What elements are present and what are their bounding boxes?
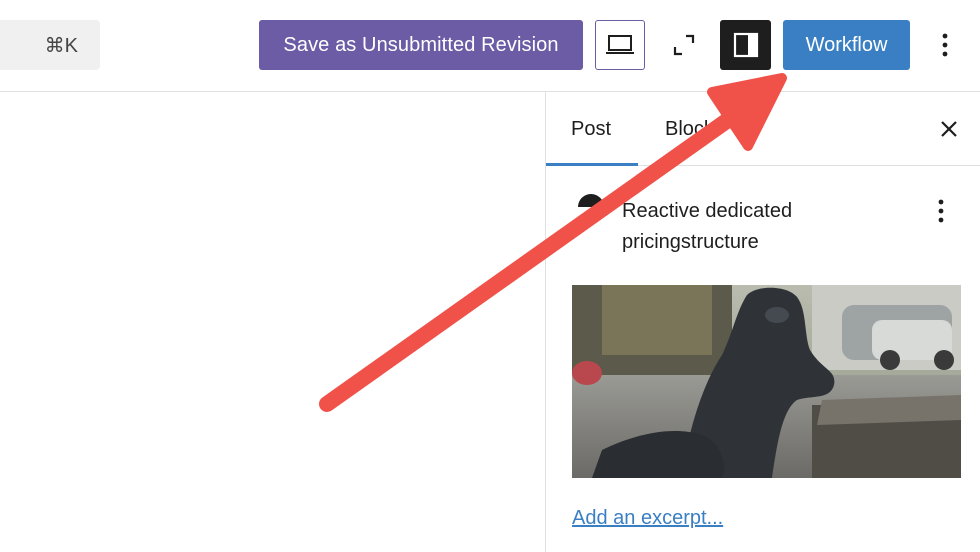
sidebar-toggle-icon <box>733 32 758 58</box>
command-palette-button[interactable]: ⌘K <box>0 20 100 70</box>
tab-post[interactable]: Post <box>571 92 611 166</box>
post-icon <box>578 194 604 207</box>
save-revision-label: Save as Unsubmitted Revision <box>283 33 559 56</box>
workflow-label: Workflow <box>805 33 888 56</box>
tab-block[interactable]: Block <box>665 92 714 166</box>
settings-sidebar-toggle[interactable] <box>720 20 771 70</box>
post-actions-button[interactable] <box>926 196 956 226</box>
options-menu-button[interactable] <box>925 20 965 70</box>
add-excerpt-link[interactable]: Add an excerpt... <box>572 507 723 530</box>
more-vertical-icon <box>942 33 948 57</box>
editor-app: ⌘K Save as Unsubmitted Revision Workflow… <box>0 0 980 552</box>
save-revision-button[interactable]: Save as Unsubmitted Revision <box>259 20 583 70</box>
close-icon <box>941 121 957 137</box>
fullscreen-button[interactable] <box>659 20 709 70</box>
sidebar-tab-bar: Post Block <box>546 92 980 166</box>
active-tab-indicator <box>546 163 638 166</box>
editor-canvas[interactable] <box>0 92 545 552</box>
featured-image-picture <box>572 285 961 478</box>
close-sidebar-button[interactable] <box>934 114 964 144</box>
featured-image[interactable] <box>572 285 961 478</box>
settings-sidebar: Post Block Reactive dedicated pricingstr… <box>545 92 980 552</box>
command-shortcut: ⌘K <box>44 34 78 57</box>
tab-block-label: Block <box>665 117 714 140</box>
post-title: Reactive dedicated pricingstructure <box>622 200 793 253</box>
editor-toolbar: ⌘K Save as Unsubmitted Revision Workflow <box>0 0 980 92</box>
workflow-button[interactable]: Workflow <box>783 20 910 70</box>
preview-button[interactable] <box>595 20 645 70</box>
more-vertical-icon <box>938 199 944 223</box>
laptop-icon <box>606 35 634 54</box>
tab-post-label: Post <box>571 117 612 140</box>
fullscreen-icon <box>673 34 695 56</box>
